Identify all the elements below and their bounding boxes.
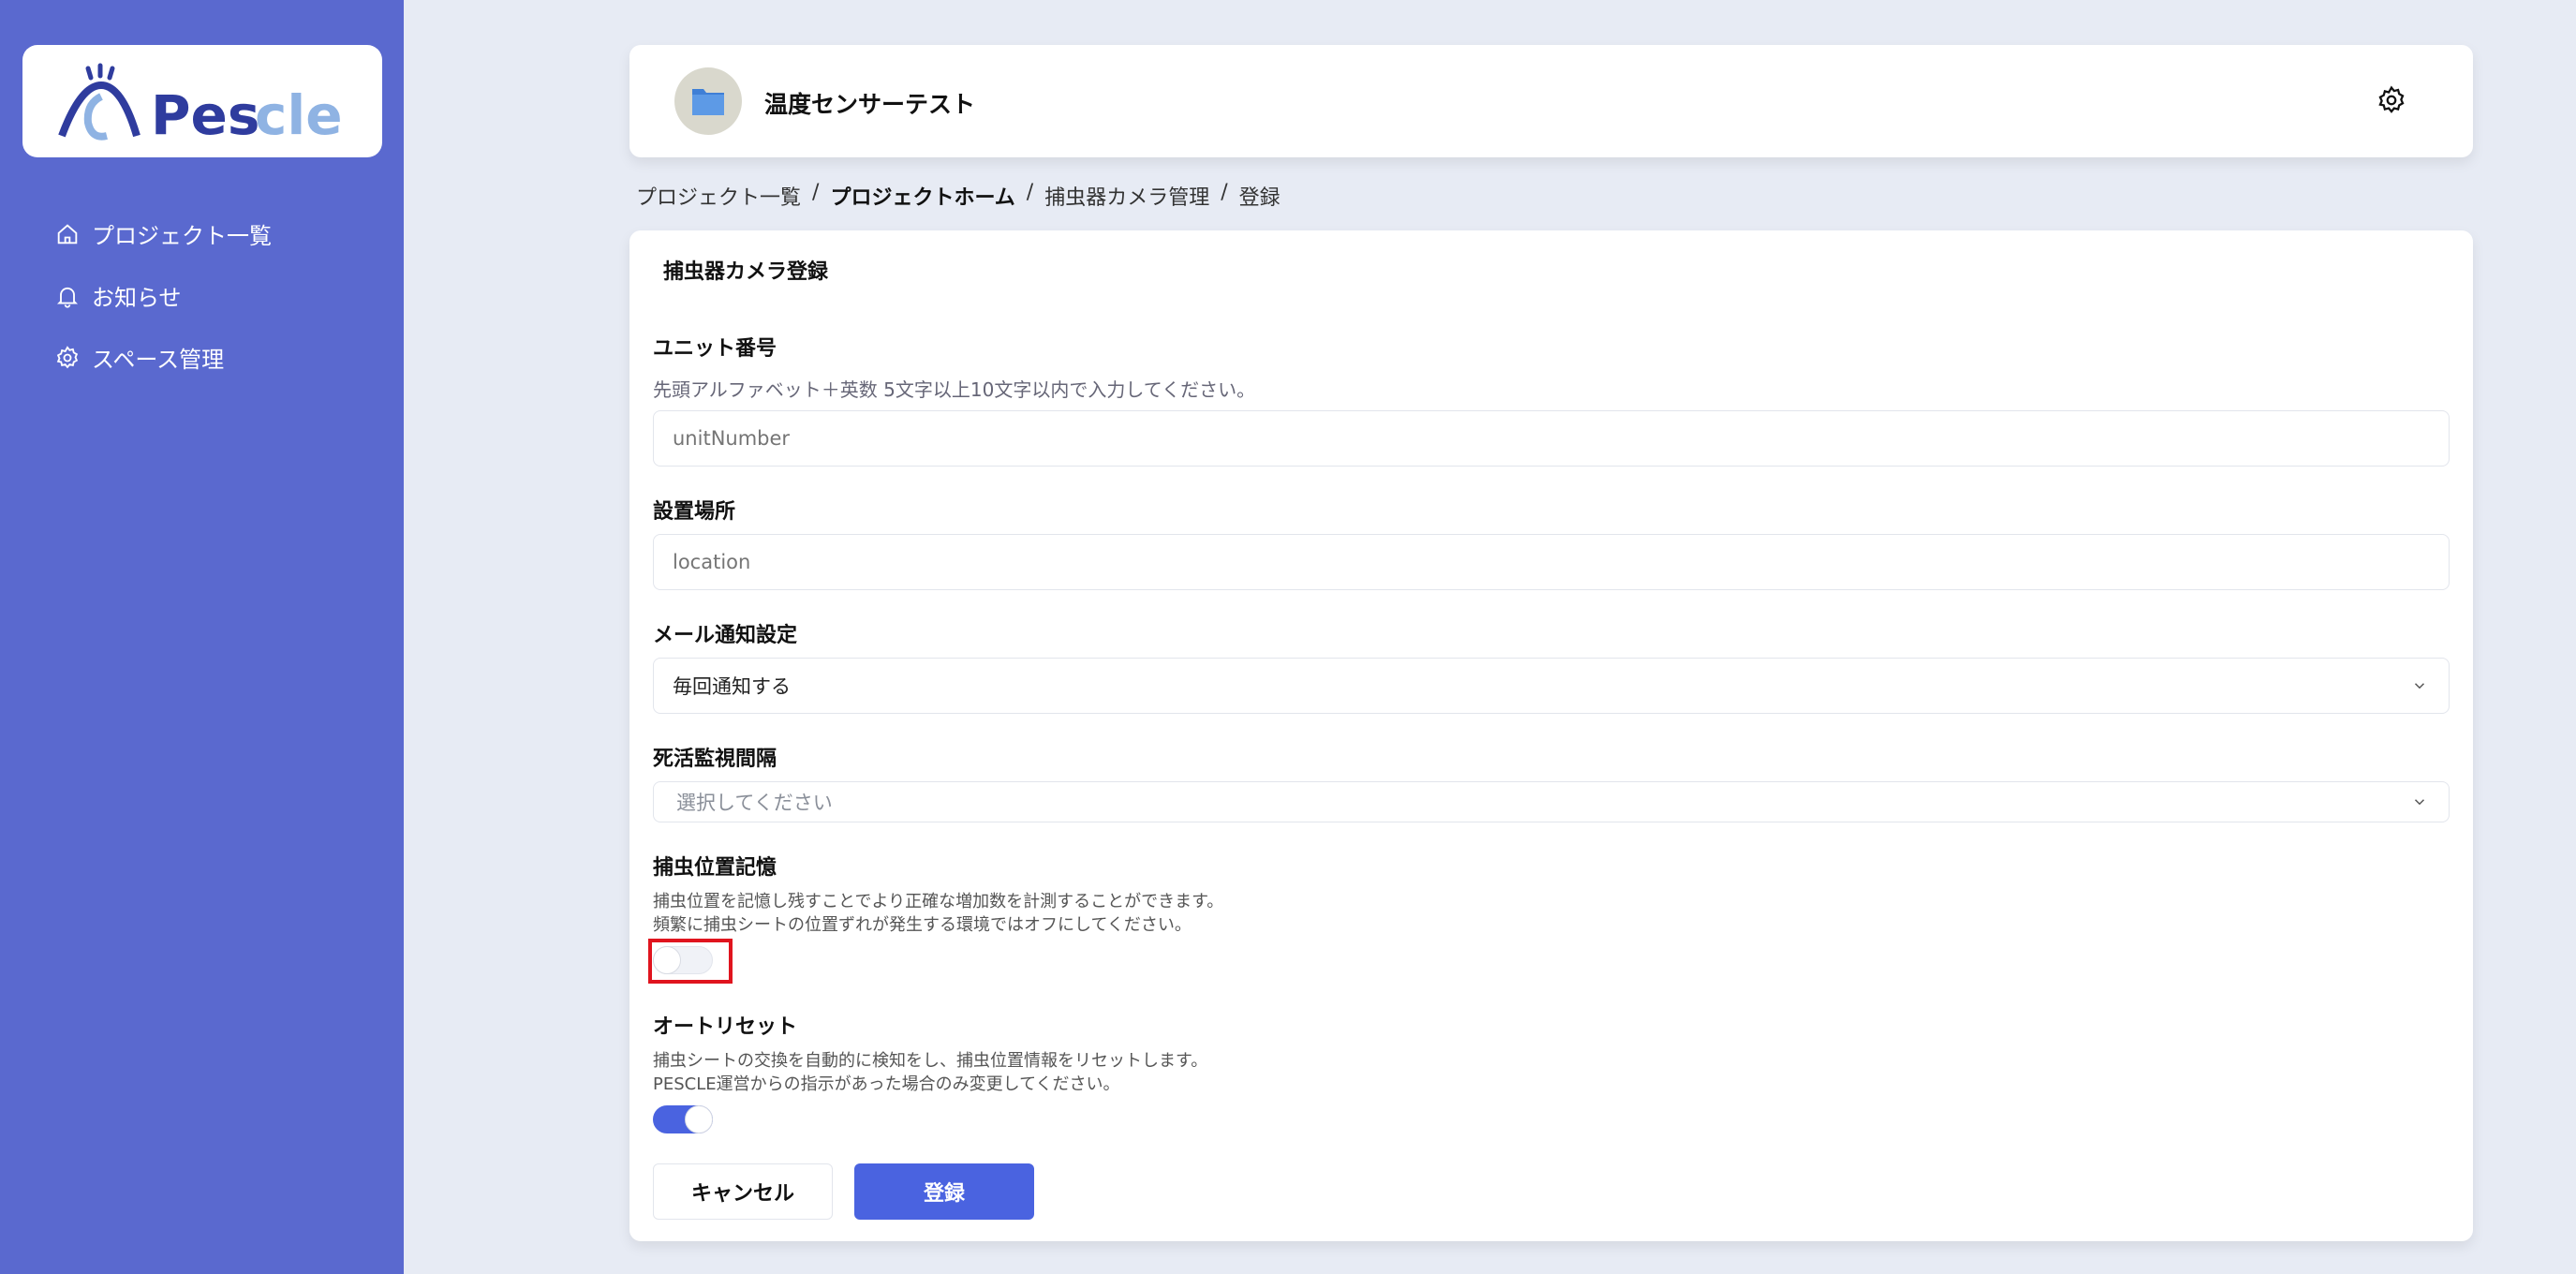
- project-header: 温度センサーテスト: [629, 45, 2473, 157]
- sidebar-item-label: スペース管理: [92, 347, 225, 373]
- bell-icon: [56, 287, 79, 308]
- monitor-interval-placeholder: 選択してください: [676, 792, 833, 814]
- sidebar-item-space[interactable]: スペース管理: [54, 341, 224, 374]
- auto-reset-desc: PESCLE運営からの指示があった場合のみ変更してください。: [653, 1074, 1120, 1094]
- position-memory-label: 捕虫位置記憶: [653, 856, 777, 880]
- position-memory-desc: 捕虫位置を記憶し残すことでより正確な増加数を計測することができます。: [653, 892, 1224, 911]
- unit-number-hint: 先頭アルファベット＋英数 5文字以上10文字以内で入力してください。: [653, 378, 1256, 401]
- project-title: 温度センサーテスト: [764, 91, 976, 118]
- position-memory-desc: 頻繁に捕虫シートの位置ずれが発生する環境ではオフにしてください。: [653, 915, 1192, 935]
- mail-setting-value: 毎回通知する: [673, 675, 791, 698]
- toggle-knob: [685, 1105, 713, 1133]
- breadcrumb-project-home[interactable]: プロジェクトホーム: [830, 181, 1014, 211]
- chevron-down-icon: [2414, 799, 2425, 806]
- mail-setting-select[interactable]: 毎回通知する: [653, 658, 2450, 714]
- monitor-interval-select[interactable]: 選択してください: [653, 781, 2450, 822]
- gear-icon: [56, 345, 79, 368]
- sidebar: Pes cle プロジェクト一覧 お知らせ スペース管理: [0, 0, 404, 1274]
- svg-text:Pes: Pes: [151, 83, 259, 143]
- location-label: 設置場所: [653, 500, 736, 524]
- sidebar-item-projects[interactable]: プロジェクト一覧: [54, 217, 272, 250]
- breadcrumb-camera-management[interactable]: 捕虫器カメラ管理: [1044, 181, 1209, 211]
- breadcrumb-current: 登録: [1238, 186, 1281, 210]
- chevron-down-icon: [2414, 683, 2425, 689]
- logo[interactable]: Pes cle: [22, 45, 382, 157]
- auto-reset-label: オートリセット: [653, 1015, 798, 1039]
- location-input[interactable]: [653, 534, 2450, 590]
- auto-reset-desc: 捕虫シートの交換を自動的に検知をし、捕虫位置情報をリセットします。: [653, 1051, 1208, 1071]
- folder-icon: [692, 89, 724, 115]
- breadcrumb: プロジェクト一覧 / プロジェクトホーム / 捕虫器カメラ管理 / 登録: [636, 181, 1281, 211]
- sidebar-item-label: お知らせ: [92, 285, 182, 311]
- project-avatar: [674, 67, 742, 135]
- registration-form: 捕虫器カメラ登録 ユニット番号 先頭アルファベット＋英数 5文字以上10文字以内…: [629, 230, 2473, 1241]
- mail-setting-label: メール通知設定: [653, 624, 798, 647]
- monitor-interval-label: 死活監視間隔: [653, 748, 777, 771]
- auto-reset-toggle[interactable]: [653, 1105, 713, 1133]
- pescle-logo-icon: Pes cle: [58, 63, 343, 143]
- sidebar-item-notices[interactable]: お知らせ: [54, 279, 182, 312]
- unit-number-label: ユニット番号: [653, 337, 777, 361]
- breadcrumb-projects[interactable]: プロジェクト一覧: [636, 181, 801, 211]
- breadcrumb-separator: /: [1221, 181, 1228, 204]
- settings-gear-icon[interactable]: [2376, 84, 2407, 116]
- form-title: 捕虫器カメラ登録: [663, 260, 829, 284]
- breadcrumb-separator: /: [1026, 181, 1034, 204]
- svg-text:cle: cle: [255, 83, 343, 143]
- sidebar-item-label: プロジェクト一覧: [92, 223, 272, 249]
- home-icon: [57, 223, 78, 244]
- cancel-button[interactable]: キャンセル: [653, 1163, 833, 1220]
- submit-button[interactable]: 登録: [854, 1163, 1034, 1220]
- unit-number-input[interactable]: [653, 410, 2450, 467]
- highlight-box: [648, 939, 733, 984]
- breadcrumb-separator: /: [812, 181, 820, 204]
